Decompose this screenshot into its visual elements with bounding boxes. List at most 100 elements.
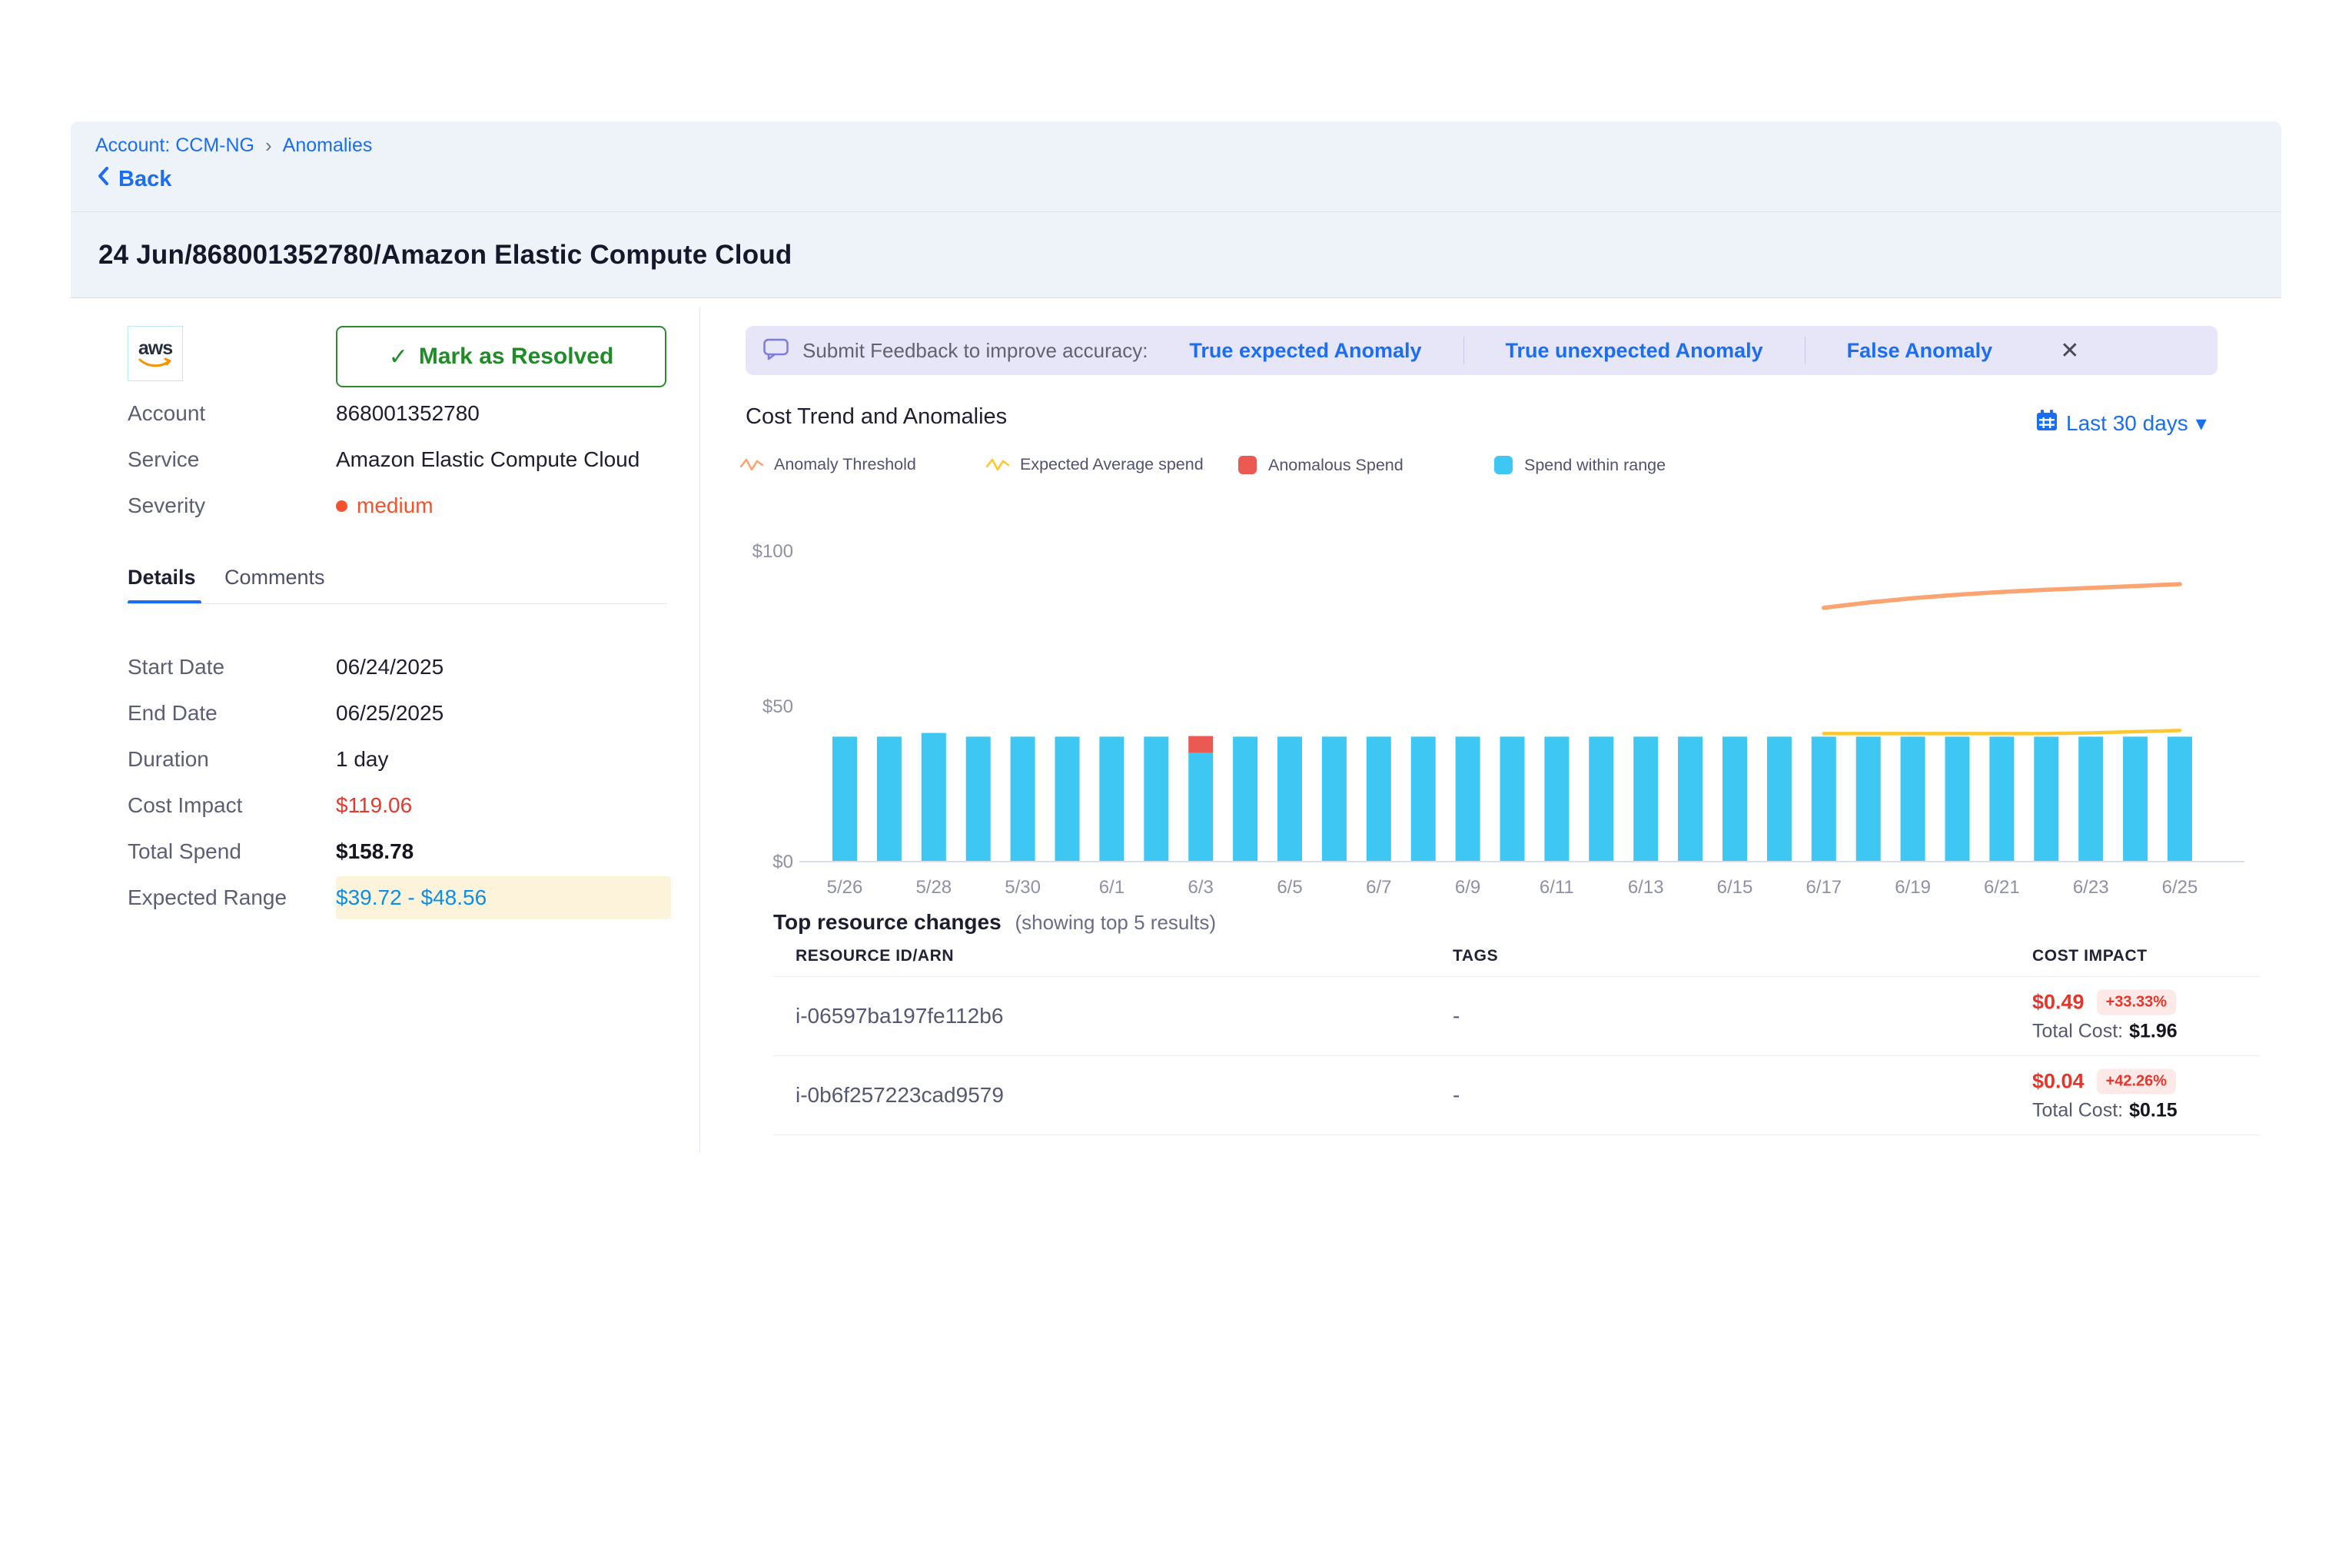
cost-impact-value: $119.06	[336, 792, 412, 819]
table-row[interactable]: i-06597ba197fe112b6 - $0.49 +33.33% Tota…	[773, 977, 2260, 1056]
mark-as-resolved-label: Mark as Resolved	[419, 344, 613, 370]
back-label: Back	[118, 167, 171, 192]
true-unexpected-anomaly-button[interactable]: True unexpected Anomaly	[1464, 339, 1805, 363]
speech-bubble-icon	[762, 337, 790, 365]
resources-subtitle: (showing top 5 results)	[1015, 911, 1216, 934]
legend-label: Anomaly Threshold	[774, 455, 916, 474]
cost-trend-chart[interactable]: $0$50$1005/265/285/306/16/36/56/76/96/11…	[746, 504, 2275, 901]
svg-text:6/9: 6/9	[1455, 877, 1480, 898]
date-range-label: Last 30 days	[2066, 411, 2188, 436]
end-date-value: 06/25/2025	[336, 700, 443, 726]
legend-spend-within-range[interactable]: Spend within range	[1493, 455, 1666, 475]
breadcrumb-anomalies-link[interactable]: Anomalies	[283, 135, 373, 157]
resource-cost-impact: $0.49 +33.33% Total Cost: $1.96	[2032, 990, 2178, 1043]
close-icon[interactable]: ✕	[2060, 337, 2079, 364]
date-range-picker[interactable]: Last 30 days ▾	[2035, 409, 2207, 437]
resource-id: i-0b6f257223cad9579	[796, 1083, 1004, 1108]
anomaly-detail-page: Account: CCM-NG › Anomalies Back 24 Jun/…	[0, 0, 2352, 1568]
cost-impact-amount: $0.49	[2032, 991, 2085, 1015]
total-spend-label: Total Spend	[128, 839, 241, 865]
aws-logo-text: aws	[138, 339, 172, 357]
breadcrumb-chevron-icon: ›	[265, 134, 272, 158]
total-spend-value: $158.78	[336, 839, 414, 865]
svg-text:5/28: 5/28	[915, 877, 952, 898]
svg-text:6/5: 6/5	[1277, 877, 1302, 898]
total-cost-value: $1.96	[2129, 1021, 2178, 1042]
legend-expected-average-spend[interactable]: Expected Average spend	[986, 455, 1204, 474]
feedback-bar: Submit Feedback to improve accuracy: Tru…	[746, 326, 2217, 375]
page-header: Account: CCM-NG › Anomalies Back	[71, 121, 2281, 211]
total-cost-label: Total Cost:	[2032, 1100, 2123, 1121]
legend-label: Spend within range	[1524, 456, 1666, 475]
resource-id: i-06597ba197fe112b6	[796, 1004, 1003, 1028]
svg-text:6/13: 6/13	[1628, 877, 1664, 898]
svg-text:6/11: 6/11	[1540, 877, 1574, 898]
svg-text:5/30: 5/30	[1005, 877, 1041, 898]
resources-title: Top resource changes (showing top 5 resu…	[773, 910, 1216, 935]
start-date-label: Start Date	[128, 654, 224, 680]
svg-text:6/3: 6/3	[1188, 877, 1214, 898]
column-cost-impact: COST IMPACT	[2032, 947, 2148, 965]
legend-label: Anomalous Spend	[1268, 456, 1404, 475]
table-header-row: RESOURCE ID/ARN TAGS COST IMPACT	[773, 947, 2260, 977]
total-cost-label: Total Cost:	[2032, 1021, 2123, 1042]
column-resource-id: RESOURCE ID/ARN	[796, 947, 954, 965]
caret-down-icon: ▾	[2196, 410, 2207, 436]
cost-delta-badge: +33.33%	[2097, 990, 2177, 1015]
svg-text:6/21: 6/21	[1984, 877, 2020, 898]
resource-tags: -	[1453, 1004, 1460, 1028]
back-button[interactable]: Back	[95, 164, 171, 194]
anomalous-spend-square-icon	[1237, 455, 1257, 475]
severity-text: medium	[357, 493, 434, 519]
cost-impact-label: Cost Impact	[128, 792, 242, 819]
start-date-value: 06/24/2025	[336, 654, 443, 680]
service-value: Amazon Elastic Compute Cloud	[336, 447, 639, 473]
svg-text:6/19: 6/19	[1895, 877, 1931, 898]
expected-average-line-icon	[986, 457, 1009, 473]
total-cost-value: $0.15	[2129, 1100, 2178, 1121]
breadcrumb: Account: CCM-NG › Anomalies	[95, 134, 372, 158]
duration-label: Duration	[128, 746, 209, 772]
account-label: Account	[128, 400, 205, 427]
resource-cost-impact: $0.04 +42.26% Total Cost:$0.15	[2032, 1069, 2178, 1122]
mark-as-resolved-button[interactable]: ✓ Mark as Resolved	[336, 326, 666, 387]
chevron-left-icon	[95, 164, 111, 194]
breadcrumb-account-link[interactable]: Account: CCM-NG	[95, 135, 254, 157]
svg-text:$100: $100	[752, 541, 793, 562]
account-value: 868001352780	[336, 400, 480, 427]
aws-logo: aws	[128, 326, 183, 381]
duration-value: 1 day	[336, 746, 389, 772]
page-title: 24 Jun/868001352780/Amazon Elastic Compu…	[98, 240, 792, 271]
svg-text:6/15: 6/15	[1717, 877, 1753, 898]
cost-impact-amount: $0.04	[2032, 1070, 2085, 1094]
check-icon: ✓	[389, 344, 408, 370]
expected-range-value: $39.72 - $48.56	[336, 885, 487, 911]
tab-details[interactable]: Details	[128, 566, 196, 590]
column-tags: TAGS	[1453, 947, 1498, 965]
legend-anomalous-spend[interactable]: Anomalous Spend	[1237, 455, 1404, 475]
severity-dot-icon	[336, 500, 347, 512]
svg-text:$0: $0	[772, 852, 793, 872]
end-date-label: End Date	[128, 700, 218, 726]
resources-title-text: Top resource changes	[773, 910, 1002, 934]
svg-text:$50: $50	[762, 696, 793, 717]
chart-title: Cost Trend and Anomalies	[746, 404, 1007, 430]
svg-text:6/7: 6/7	[1366, 877, 1391, 898]
svg-text:5/26: 5/26	[827, 877, 863, 898]
table-row[interactable]: i-0b6f257223cad9579 - $0.04 +42.26% Tota…	[773, 1056, 2260, 1135]
severity-label: Severity	[128, 493, 205, 519]
title-bar: 24 Jun/868001352780/Amazon Elastic Compu…	[71, 211, 2281, 298]
resource-tags: -	[1453, 1083, 1460, 1108]
legend-anomaly-threshold[interactable]: Anomaly Threshold	[740, 455, 916, 474]
resources-table: RESOURCE ID/ARN TAGS COST IMPACT i-06597…	[773, 947, 2260, 1135]
anomaly-threshold-line-icon	[740, 457, 763, 473]
true-expected-anomaly-button[interactable]: True expected Anomaly	[1148, 339, 1463, 363]
aws-smile-icon	[138, 357, 173, 368]
calendar-icon	[2035, 409, 2058, 437]
svg-text:6/23: 6/23	[2073, 877, 2109, 898]
tab-comments[interactable]: Comments	[224, 566, 325, 590]
severity-value: medium	[336, 493, 434, 519]
service-label: Service	[128, 447, 199, 473]
legend-label: Expected Average spend	[1020, 455, 1204, 474]
false-anomaly-button[interactable]: False Anomaly	[1806, 339, 2035, 363]
